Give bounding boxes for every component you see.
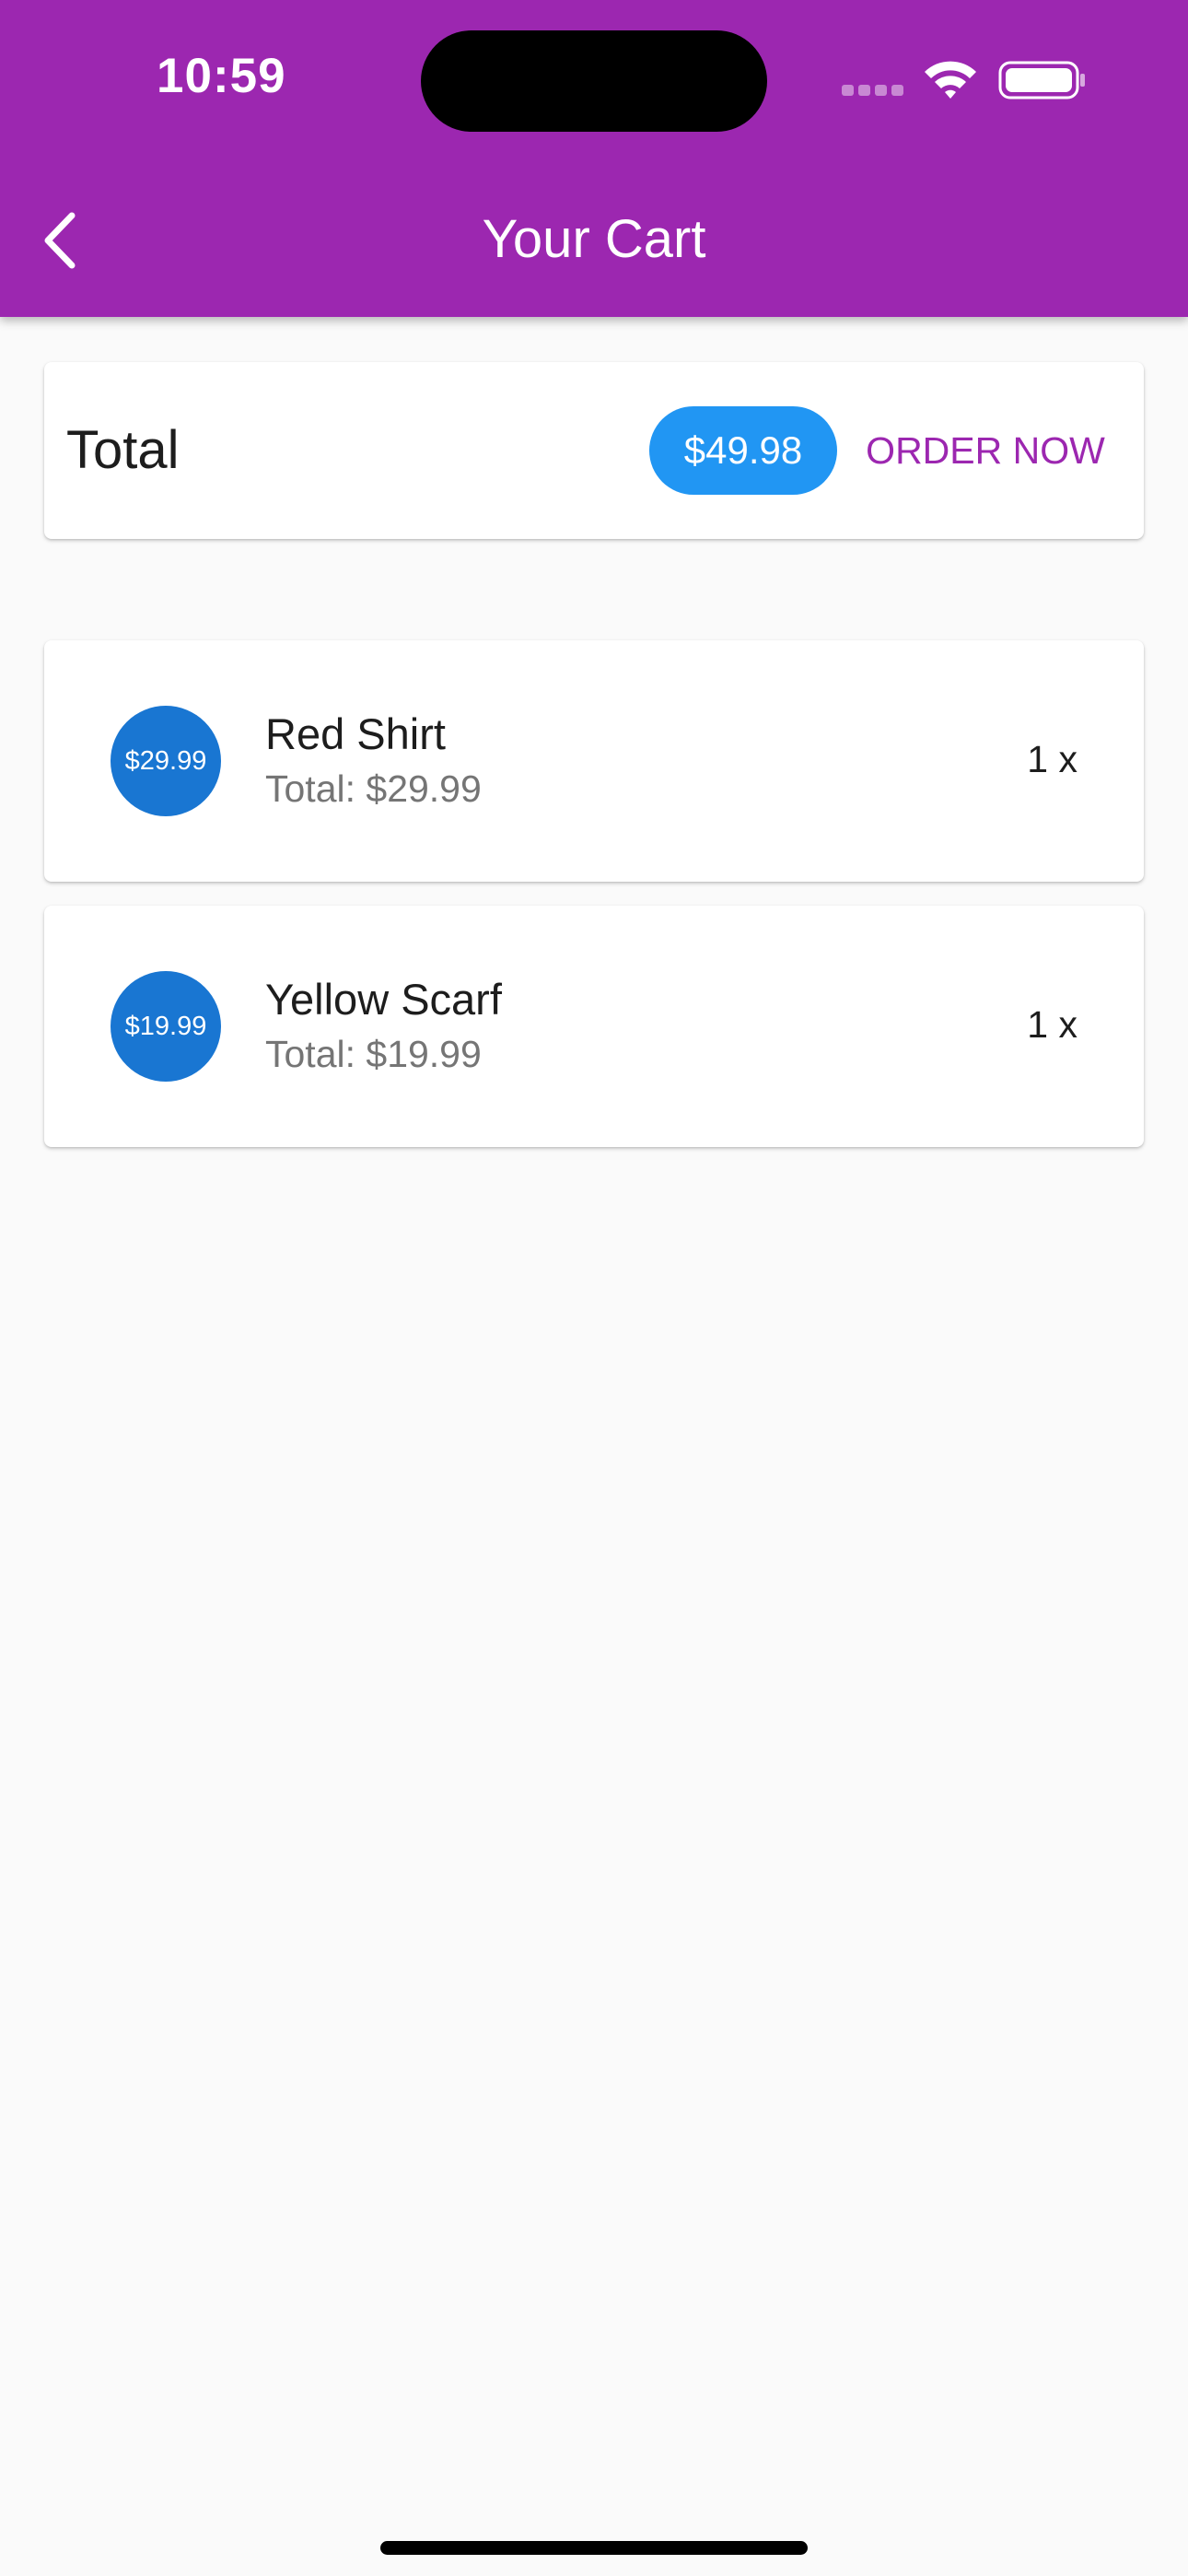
- cellular-signal-icon: [842, 85, 904, 98]
- app-bar: 10:59 Your Cart: [0, 0, 1188, 317]
- item-total: Total: $29.99: [265, 767, 482, 810]
- item-quantity: 1 x: [1027, 738, 1077, 780]
- status-time: 10:59: [157, 49, 286, 103]
- cart-item[interactable]: $19.99 Yellow Scarf Total: $19.99 1 x: [44, 906, 1144, 1147]
- order-now-button[interactable]: ORDER NOW: [847, 406, 1124, 495]
- total-label: Total: [66, 420, 180, 480]
- item-price-avatar: $29.99: [111, 706, 221, 816]
- item-title: Yellow Scarf: [265, 975, 502, 1024]
- cart-item[interactable]: $29.99 Red Shirt Total: $29.99 1 x: [44, 640, 1144, 882]
- item-title: Red Shirt: [265, 709, 446, 758]
- item-price-avatar: $19.99: [111, 971, 221, 1082]
- total-amount-chip: $49.98: [649, 406, 837, 495]
- battery-icon: [998, 61, 1085, 100]
- item-quantity: 1 x: [1027, 1003, 1077, 1046]
- home-indicator[interactable]: [380, 2541, 808, 2555]
- total-card: Total $49.98 ORDER NOW: [44, 362, 1144, 539]
- item-total: Total: $19.99: [265, 1033, 482, 1075]
- wifi-icon: [925, 61, 976, 99]
- dynamic-island: [421, 30, 767, 132]
- page-title: Your Cart: [482, 209, 706, 269]
